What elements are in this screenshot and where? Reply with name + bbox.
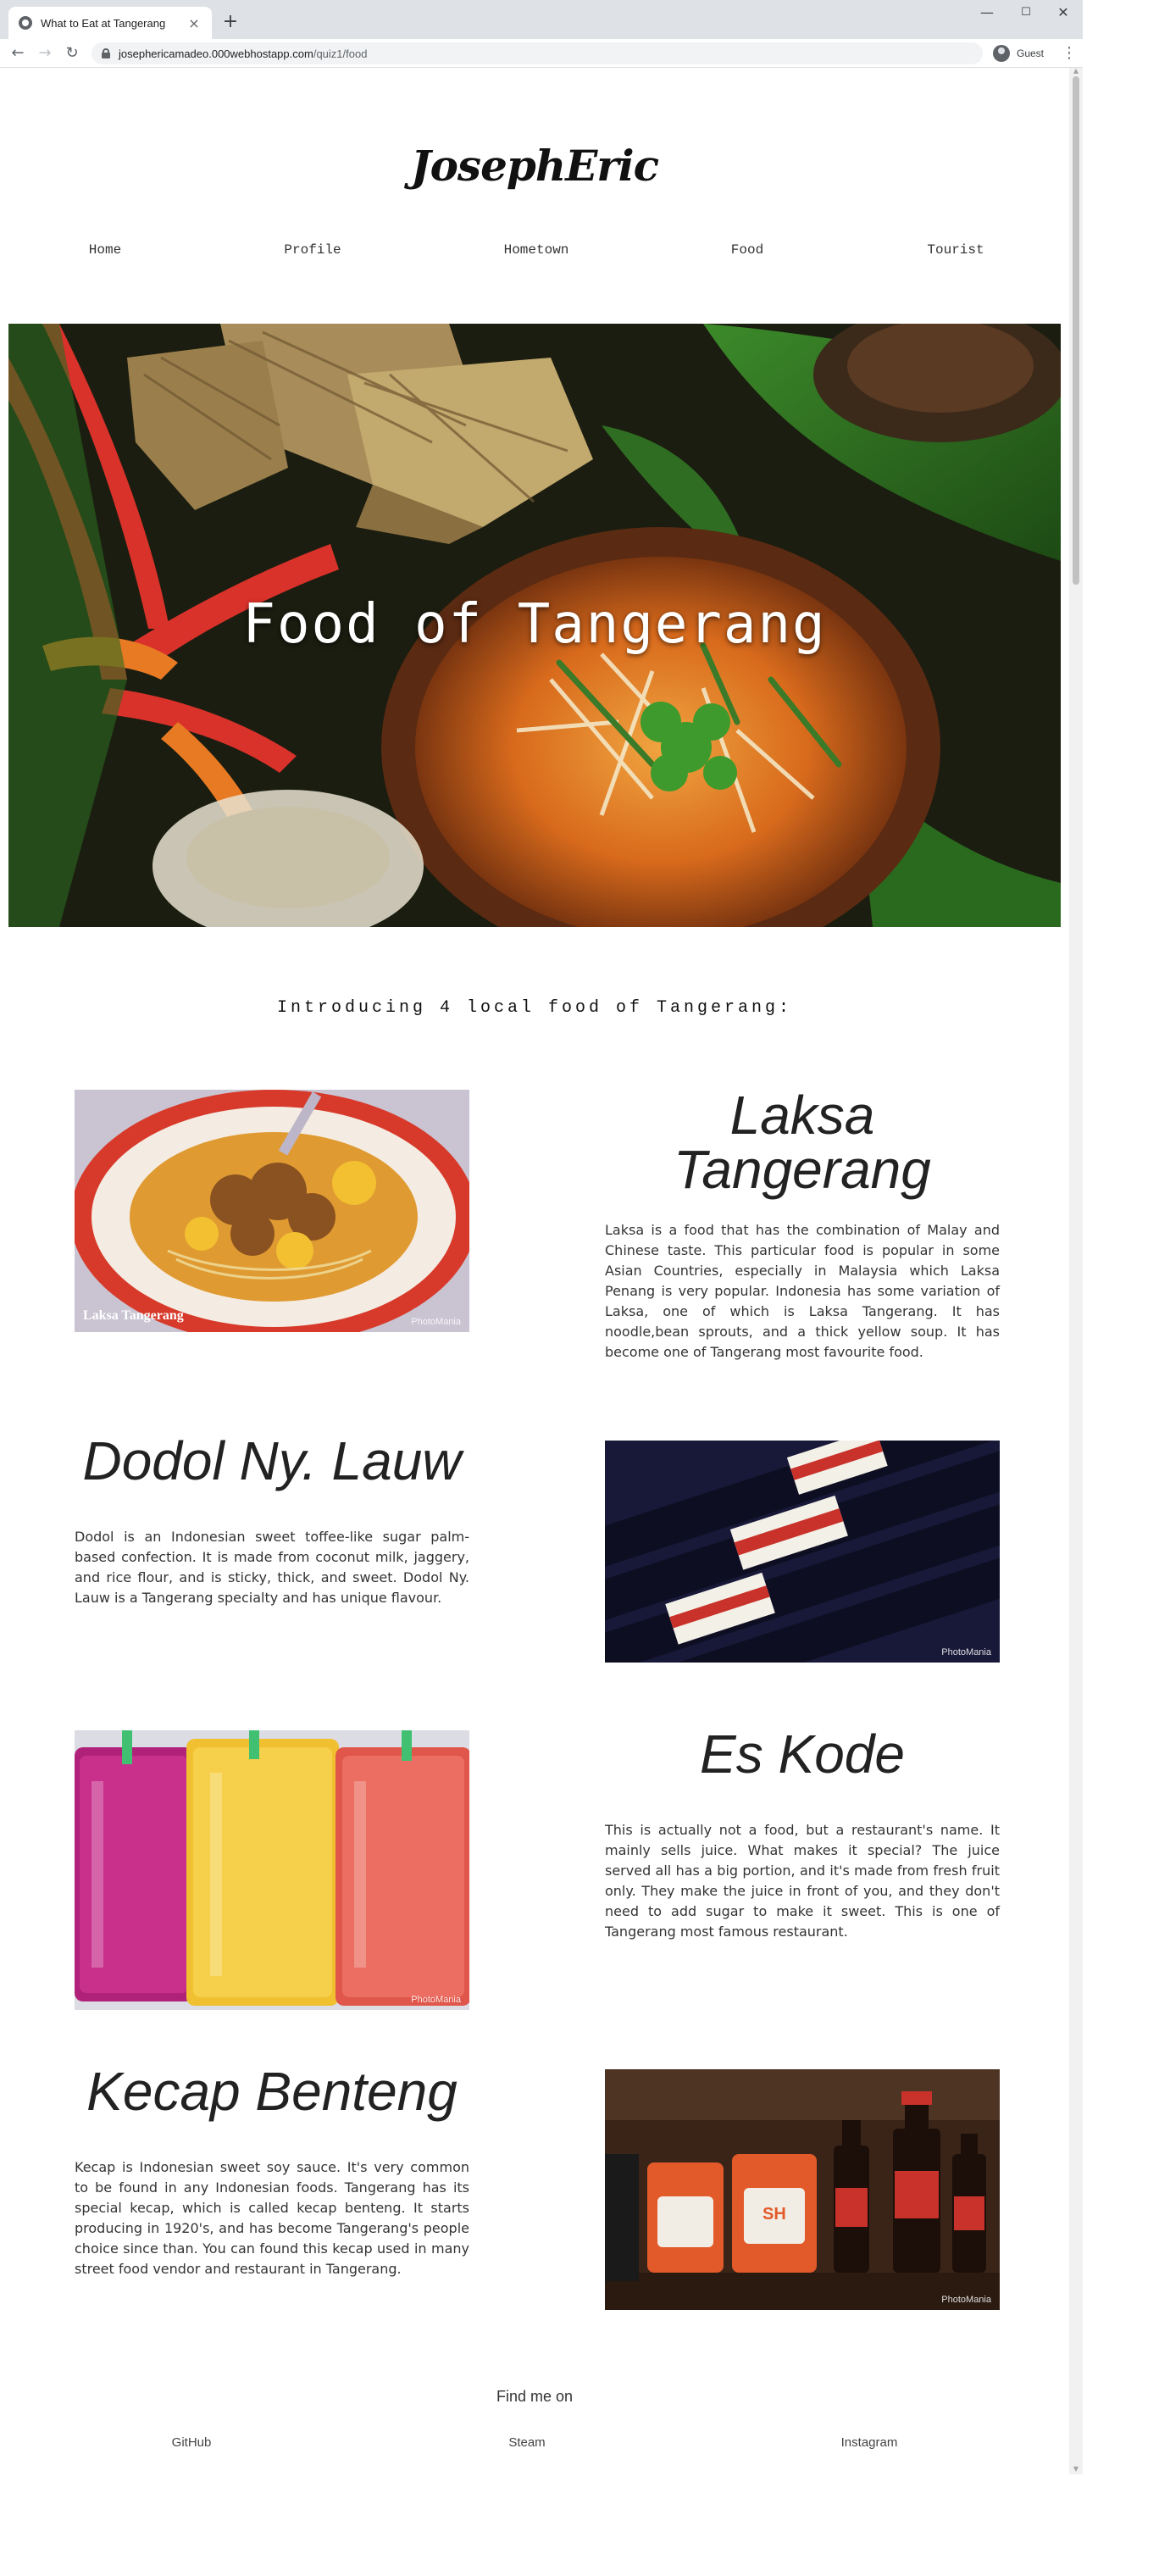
nav-hometown[interactable]: Hometown xyxy=(469,242,604,258)
nav-tourist[interactable]: Tourist xyxy=(888,242,1023,258)
footer-link-github[interactable]: GitHub xyxy=(107,2435,276,2450)
minimize-icon[interactable]: — xyxy=(968,0,1006,25)
browser-chrome: What to Eat at Tangerang × + — ☐ ✕ ← → ↻… xyxy=(0,0,1083,68)
watermark: PhotoMania xyxy=(941,1647,991,1657)
globe-icon xyxy=(19,16,32,30)
kecap-label: SH xyxy=(762,2205,786,2223)
main-nav: Home Profile Hometown Food Tourist xyxy=(0,242,1069,268)
food-title-kecap-benteng: Kecap Benteng xyxy=(86,2061,458,2122)
scroll-up-icon[interactable]: ▲ xyxy=(1073,68,1079,75)
es-kode-image: PhotoMania xyxy=(75,1730,469,2010)
watermark: PhotoMania xyxy=(941,2295,991,2305)
tab-strip: What to Eat at Tangerang × + — ☐ ✕ xyxy=(0,0,1083,39)
maximize-icon[interactable]: ☐ xyxy=(1006,0,1045,25)
close-tab-icon[interactable]: × xyxy=(186,15,202,31)
footer-link-instagram[interactable]: Instagram xyxy=(785,2435,954,2450)
kecap-benteng-image: SH PhotoMania xyxy=(605,2069,1000,2310)
url-host: josephericamadeo.000webhostapp.com xyxy=(119,47,313,60)
address-bar[interactable]: josephericamadeo.000webhostapp.com/quiz1… xyxy=(92,42,983,64)
tab-title: What to Eat at Tangerang xyxy=(41,16,166,30)
forward-arrow-icon[interactable]: → xyxy=(34,42,56,64)
nav-profile[interactable]: Profile xyxy=(245,242,380,258)
close-window-icon[interactable]: ✕ xyxy=(1044,0,1083,25)
new-tab-button[interactable]: + xyxy=(219,10,242,34)
page-content: JosephEric Home Profile Hometown Food To… xyxy=(0,68,1069,2576)
back-arrow-icon[interactable]: ← xyxy=(7,42,29,64)
browser-toolbar: ← → ↻ josephericamadeo.000webhostapp.com… xyxy=(0,39,1083,68)
food-desc-kecap-benteng: Kecap is Indonesian sweet soy sauce. It'… xyxy=(75,2159,469,2277)
hero-banner: Food of Tangerang xyxy=(8,324,1061,927)
food-title-es-kode: Es Kode xyxy=(700,1724,905,1785)
site-logo[interactable]: JosephEric xyxy=(0,141,1069,191)
lock-icon xyxy=(102,48,110,58)
watermark: PhotoMania xyxy=(411,1317,461,1327)
hero-title: Food of Tangerang xyxy=(242,593,827,656)
food-desc-laksa: Laksa is a food that has the combination… xyxy=(605,1222,1000,1360)
nav-food[interactable]: Food xyxy=(679,242,815,258)
watermark: PhotoMania xyxy=(411,1995,461,2005)
page-scrollbar[interactable]: ▲ ▼ xyxy=(1069,68,1083,2474)
footer-link-steam[interactable]: Steam xyxy=(442,2435,612,2450)
dodol-image: NY. LAUW PhotoMania xyxy=(605,1441,1000,1663)
profile-button[interactable]: Guest xyxy=(993,42,1051,64)
more-menu-icon[interactable]: ⋮ xyxy=(1061,42,1078,64)
intro-heading: Introducing 4 local food of Tangerang: xyxy=(276,998,793,1018)
footer-title: Find me on xyxy=(496,2388,574,2405)
laksa-image-caption: Laksa Tangerang xyxy=(83,1308,184,1323)
reload-icon[interactable]: ↻ xyxy=(61,42,83,64)
food-title-dodol: Dodol Ny. Lauw xyxy=(82,1430,462,1491)
profile-label: Guest xyxy=(1017,47,1045,59)
food-title-laksa: Laksa Tangerang xyxy=(674,1085,931,1200)
laksa-image: Laksa Tangerang PhotoMania xyxy=(75,1090,469,1332)
food-desc-dodol: Dodol is an Indonesian sweet toffee-like… xyxy=(75,1529,469,1606)
food-desc-es-kode: This is actually not a food, but a resta… xyxy=(605,1822,1000,1940)
scroll-thumb[interactable] xyxy=(1073,76,1079,585)
nav-home[interactable]: Home xyxy=(37,242,173,258)
scroll-down-icon[interactable]: ▼ xyxy=(1073,2466,1079,2473)
browser-tab[interactable]: What to Eat at Tangerang × xyxy=(8,7,212,39)
avatar-icon xyxy=(993,45,1010,62)
url-path: /quiz1/food xyxy=(313,47,368,60)
